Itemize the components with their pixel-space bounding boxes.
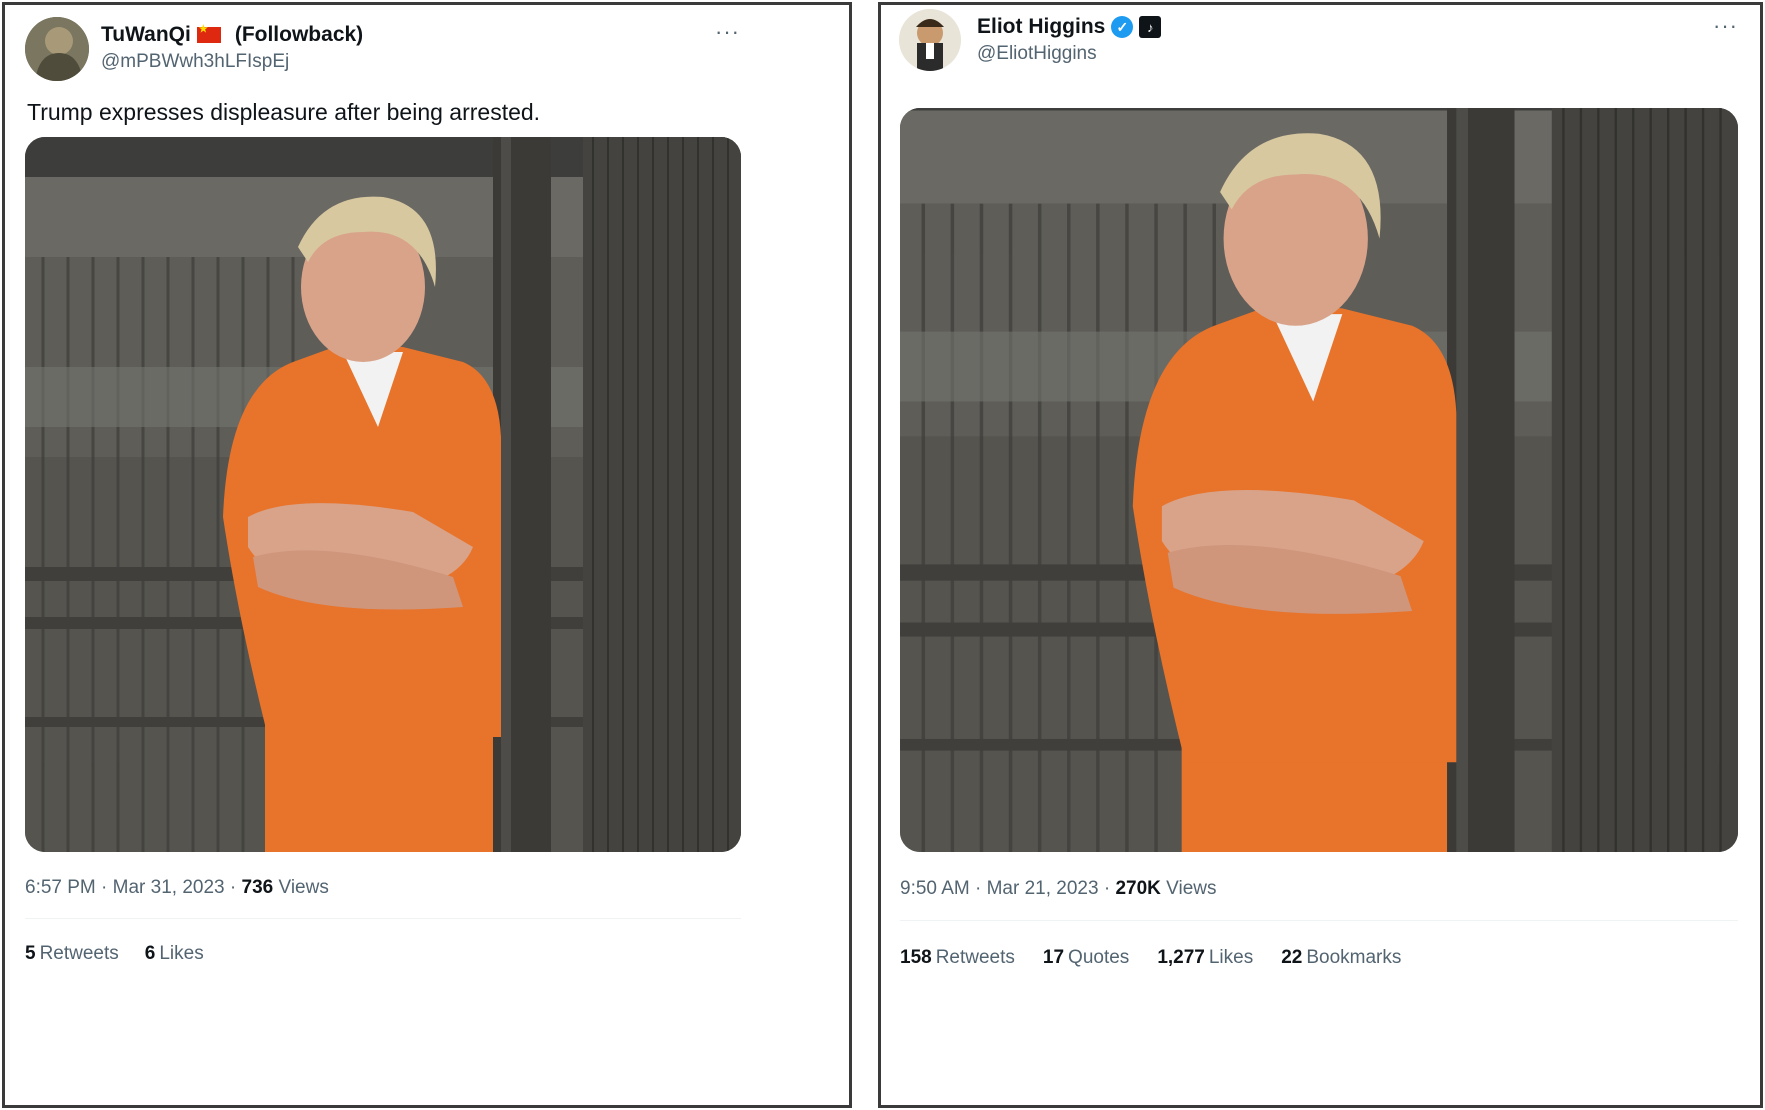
avatar[interactable] [25,17,89,81]
separator: · [1103,878,1111,899]
tweet-card-eliot-higgins[interactable]: Eliot Higgins ✓ ♪ @EliotHiggins ··· 9:50… [878,2,1763,1108]
retweets-stat[interactable]: 158 Retweets [900,947,1015,969]
tweet-stats: 5 Retweets 6 Likes [25,943,204,965]
tweet-timestamp[interactable]: 9:50 AM · Mar 21, 2023 · 270K Views [900,878,1217,900]
separator: · [101,877,108,898]
followback-label: (Followback) [234,23,364,46]
display-name[interactable]: Eliot Higgins [977,15,1105,39]
views-label: Views [1166,878,1217,899]
likes-stat[interactable]: 1,277 Likes [1157,947,1253,969]
tweet-time: 9:50 AM [900,878,970,899]
affiliate-badge-icon: ♪ [1139,16,1162,38]
tweet-timestamp[interactable]: 6:57 PM · Mar 31, 2023 · 736 Views [25,877,329,899]
tweet-photo[interactable] [900,108,1738,852]
display-name[interactable]: TuWanQi [101,23,191,47]
separator: · [975,878,982,899]
avatar[interactable] [899,9,961,71]
views-count: 736 [241,877,274,898]
more-options-icon[interactable]: ··· [715,19,740,45]
more-options-icon[interactable]: ··· [1713,13,1738,39]
tweet-date: Mar 21, 2023 [986,878,1099,899]
separator: · [229,877,237,898]
tweet-text: Trump expresses displeasure after being … [27,99,541,125]
china-flag-icon [196,24,221,43]
divider [900,920,1738,921]
tweet-card-tuwanqi[interactable]: TuWanQi (Followback) @mPBWwh3hLFIspEj ··… [2,2,852,1108]
user-handle[interactable]: @mPBWwh3hLFIspEj [101,51,289,73]
bookmarks-stat[interactable]: 22 Bookmarks [1281,947,1401,969]
views-count: 270K [1115,878,1161,899]
likes-stat[interactable]: 6 Likes [145,943,204,965]
tweet-stats: 158 Retweets 17 Quotes 1,277 Likes 22 Bookma… [900,947,1401,969]
tweet-time: 6:57 PM [25,877,96,898]
tweet-photo[interactable] [25,137,741,852]
tweet-date: Mar 31, 2023 [112,877,225,898]
retweets-stat[interactable]: 5 Retweets [25,943,119,965]
divider [25,918,741,919]
user-handle[interactable]: @EliotHiggins [977,43,1097,65]
quotes-stat[interactable]: 17 Quotes [1043,947,1129,969]
verified-badge-icon: ✓ [1111,16,1134,38]
views-label: Views [278,877,329,898]
